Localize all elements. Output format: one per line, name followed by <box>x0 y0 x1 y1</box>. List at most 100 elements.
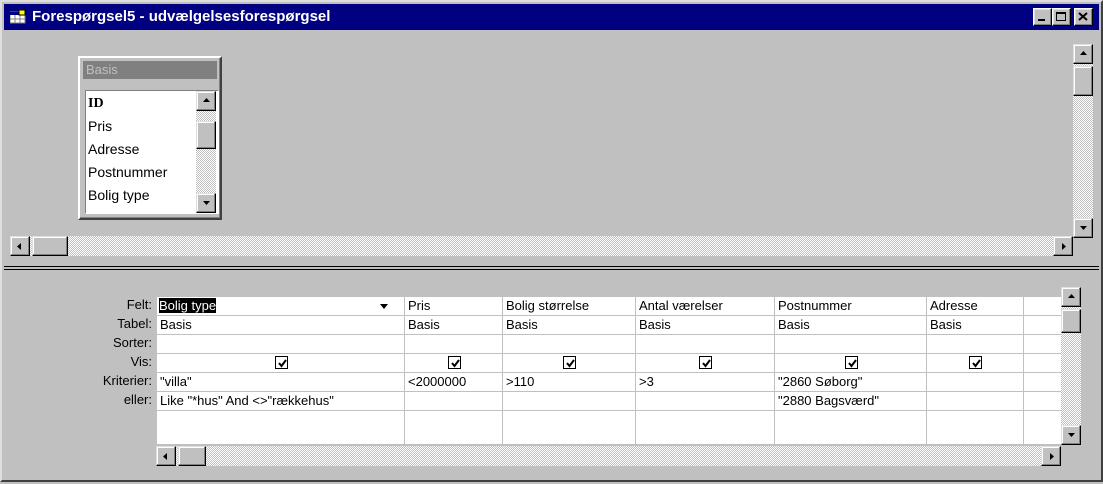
table-cell[interactable]: Basis <box>405 316 502 335</box>
show-checkbox[interactable] <box>274 356 288 369</box>
field-list-scroll-thumb[interactable] <box>196 121 216 149</box>
field-dropdown-button[interactable] <box>376 299 392 314</box>
empty-cell[interactable] <box>405 411 502 430</box>
empty-cell[interactable] <box>636 411 774 430</box>
field-list-scroll-up-button[interactable] <box>196 91 216 111</box>
show-cell[interactable] <box>1024 354 1061 373</box>
pane-splitter[interactable] <box>4 266 1099 270</box>
check-icon <box>847 359 857 368</box>
grid-scroll-left-button[interactable] <box>156 446 176 466</box>
field-cell[interactable]: Antal værelser <box>636 297 774 316</box>
sort-cell[interactable] <box>775 335 926 354</box>
grid-scroll-right-button[interactable] <box>1041 446 1061 466</box>
show-cell[interactable] <box>503 354 635 373</box>
show-checkbox[interactable] <box>969 356 982 369</box>
grid-column-antal-vaerelser[interactable]: Antal værelser Basis >3 <box>635 294 774 444</box>
criteria-cell[interactable]: <2000000 <box>405 373 502 392</box>
row-label-field: Felt: <box>126 297 152 312</box>
field-cell[interactable]: Postnummer <box>775 297 926 316</box>
table-pane-vertical-scrollbar[interactable] <box>1073 44 1093 238</box>
grid-horizontal-scrollbar[interactable] <box>156 446 1061 466</box>
show-cell[interactable] <box>157 354 404 373</box>
check-icon <box>450 359 460 368</box>
empty-cell[interactable] <box>775 411 926 430</box>
table-pane-scroll-right-button[interactable] <box>1053 236 1073 256</box>
show-checkbox[interactable] <box>563 356 576 369</box>
criteria-cell[interactable]: >3 <box>636 373 774 392</box>
grid-column-empty[interactable] <box>1023 294 1061 444</box>
field-cell[interactable]: Adresse <box>927 297 1023 316</box>
empty-cell[interactable] <box>927 411 1023 430</box>
table-cell[interactable] <box>1024 316 1061 335</box>
table-pane-scroll-down-button[interactable] <box>1073 218 1093 238</box>
or-cell[interactable] <box>927 392 1023 411</box>
empty-cell[interactable] <box>1024 411 1061 430</box>
criteria-cell[interactable]: "villa" <box>157 373 404 392</box>
criteria-cell[interactable]: >110 <box>503 373 635 392</box>
table-cell[interactable]: Basis <box>503 316 635 335</box>
grid-column-bolig-type[interactable]: Bolig type Basis "villa" Like "*hus" And… <box>156 294 404 444</box>
or-cell[interactable] <box>1024 392 1061 411</box>
sort-cell[interactable] <box>405 335 502 354</box>
grid-column-pris[interactable]: Pris Basis <2000000 <box>404 294 502 444</box>
show-cell[interactable] <box>636 354 774 373</box>
show-checkbox[interactable] <box>699 356 712 369</box>
field-cell[interactable] <box>1024 297 1061 316</box>
grid-horizontal-thumb[interactable] <box>178 446 206 466</box>
show-checkbox[interactable] <box>844 356 858 369</box>
empty-cell[interactable] <box>503 411 635 430</box>
show-checkbox[interactable] <box>447 356 461 369</box>
or-cell[interactable]: "2880 Bagsværd" <box>775 392 926 411</box>
table-pane-vertical-thumb[interactable] <box>1073 66 1093 96</box>
field-cell[interactable]: Bolig type <box>157 297 404 316</box>
field-list-scrollbar[interactable] <box>196 91 216 213</box>
dropdown-arrow-icon <box>380 304 388 309</box>
grid-row-labels: Felt: Tabel: Sorter: Vis: Kriterier: ell… <box>2 2 156 484</box>
field-cell[interactable]: Pris <box>405 297 502 316</box>
field-list-scroll-down-button[interactable] <box>196 193 216 213</box>
show-cell[interactable] <box>405 354 502 373</box>
table-cell[interactable]: Basis <box>927 316 1023 335</box>
grid-column-bolig-stoerrelse[interactable]: Bolig størrelse Basis >110 <box>502 294 635 444</box>
sort-cell[interactable] <box>636 335 774 354</box>
grid-vertical-scrollbar[interactable] <box>1061 287 1081 445</box>
sort-cell[interactable] <box>503 335 635 354</box>
grid-scroll-up-button[interactable] <box>1061 287 1081 307</box>
criteria-cell[interactable] <box>927 373 1023 392</box>
or-cell[interactable]: Like "*hus" And <>"rækkehus" <box>157 392 404 411</box>
field-cell-value: Bolig type <box>159 298 217 313</box>
check-icon <box>702 359 711 368</box>
check-icon <box>566 359 575 368</box>
sort-cell[interactable] <box>157 335 404 354</box>
check-icon <box>972 359 981 368</box>
maximize-button[interactable] <box>1052 8 1071 26</box>
table-pane-scroll-up-button[interactable] <box>1073 44 1093 64</box>
query-design-grid[interactable]: Bolig type Basis "villa" Like "*hus" And… <box>156 294 1061 444</box>
show-cell[interactable] <box>927 354 1023 373</box>
show-cell[interactable] <box>775 354 926 373</box>
field-cell[interactable]: Bolig størrelse <box>503 297 635 316</box>
or-cell[interactable] <box>503 392 635 411</box>
grid-column-adresse[interactable]: Adresse Basis <box>926 294 1023 444</box>
table-cell[interactable]: Basis <box>157 316 404 335</box>
title-bar[interactable]: Forespørgsel5 - udvælgelsesforespørgsel <box>4 4 1099 30</box>
grid-scroll-down-button[interactable] <box>1061 425 1081 445</box>
table-cell[interactable]: Basis <box>636 316 774 335</box>
empty-cell[interactable] <box>157 411 404 430</box>
grid-column-postnummer[interactable]: Postnummer Basis "2860 Søborg" "2880 Bag… <box>774 294 926 444</box>
or-cell[interactable] <box>405 392 502 411</box>
close-button[interactable] <box>1074 8 1093 26</box>
minimize-icon <box>1038 19 1045 21</box>
table-cell[interactable]: Basis <box>775 316 926 335</box>
or-cell[interactable] <box>636 392 774 411</box>
sort-cell[interactable] <box>927 335 1023 354</box>
grid-vertical-thumb[interactable] <box>1061 309 1081 333</box>
scroll-right-icon <box>1050 453 1054 460</box>
sort-cell[interactable] <box>1024 335 1061 354</box>
table-pane-horizontal-scrollbar[interactable] <box>10 236 1073 256</box>
criteria-cell[interactable] <box>1024 373 1061 392</box>
row-label-criteria: Kriterier: <box>102 373 152 388</box>
minimize-button[interactable] <box>1033 8 1052 26</box>
criteria-cell[interactable]: "2860 Søborg" <box>775 373 926 392</box>
scroll-right-icon <box>1062 243 1066 250</box>
